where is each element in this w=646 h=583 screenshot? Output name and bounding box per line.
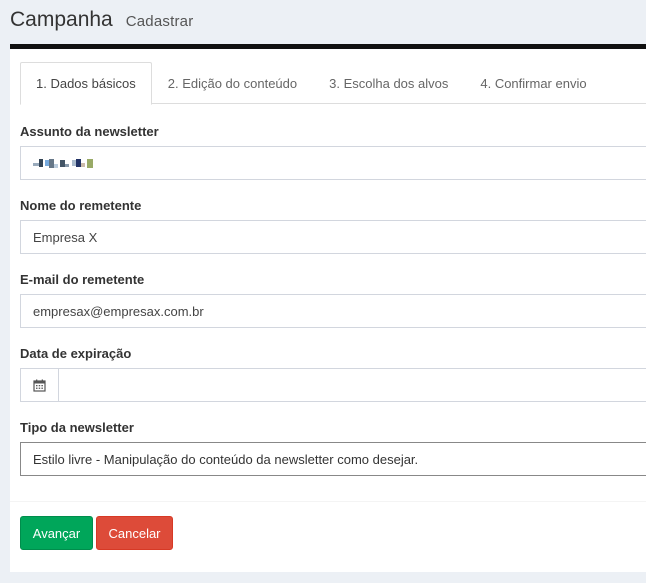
tab-edicao-conteudo[interactable]: 2. Edição do conteúdo: [152, 62, 313, 104]
newsletter-type-label: Tipo da newsletter: [20, 420, 134, 435]
page-header: Campanha Cadastrar: [0, 0, 646, 44]
tab-dados-basicos[interactable]: 1. Dados básicos: [20, 62, 152, 105]
cancel-button[interactable]: Cancelar: [96, 516, 173, 550]
redacted-text: [33, 158, 93, 168]
expiration-group: Data de expiração: [20, 327, 646, 402]
page-subtitle: Cadastrar: [125, 13, 194, 30]
page-title: Campanha: [10, 8, 113, 31]
next-button[interactable]: Avançar: [20, 516, 93, 550]
form-footer: Avançar Cancelar: [10, 501, 646, 577]
subject-group: Assunto da newsletter: [20, 105, 646, 180]
calendar-icon[interactable]: [20, 368, 59, 402]
basic-data-form: Assunto da newsletter Nome do remetente …: [20, 105, 646, 476]
sender-name-group: Nome do remetente Empresa X: [20, 179, 646, 254]
sender-name-label: Nome do remetente: [20, 198, 142, 213]
tab-confirmar-envio[interactable]: 4. Confirmar envio: [464, 62, 602, 104]
sender-email-label: E-mail do remetente: [20, 272, 145, 287]
tab-escolha-alvos[interactable]: 3. Escolha dos alvos: [313, 62, 464, 104]
subject-input[interactable]: [20, 146, 646, 180]
wizard-tabs: 1. Dados básicos 2. Edição do conteúdo 3…: [20, 62, 646, 105]
expiration-label: Data de expiração: [20, 346, 132, 361]
newsletter-type-group: Tipo da newsletter Estilo livre - Manipu…: [20, 401, 646, 476]
newsletter-type-select[interactable]: Estilo livre - Manipulação do conteúdo d…: [20, 442, 646, 476]
sender-email-input[interactable]: empresax@empresax.com.br: [20, 294, 646, 328]
sender-email-group: E-mail do remetente empresax@empresax.co…: [20, 253, 646, 328]
expiration-date-input[interactable]: [59, 368, 646, 402]
sender-name-input[interactable]: Empresa X: [20, 220, 646, 254]
expiration-date-picker: [20, 368, 646, 402]
campaign-form-card: 1. Dados básicos 2. Edição do conteúdo 3…: [10, 44, 646, 572]
subject-label: Assunto da newsletter: [20, 124, 159, 139]
